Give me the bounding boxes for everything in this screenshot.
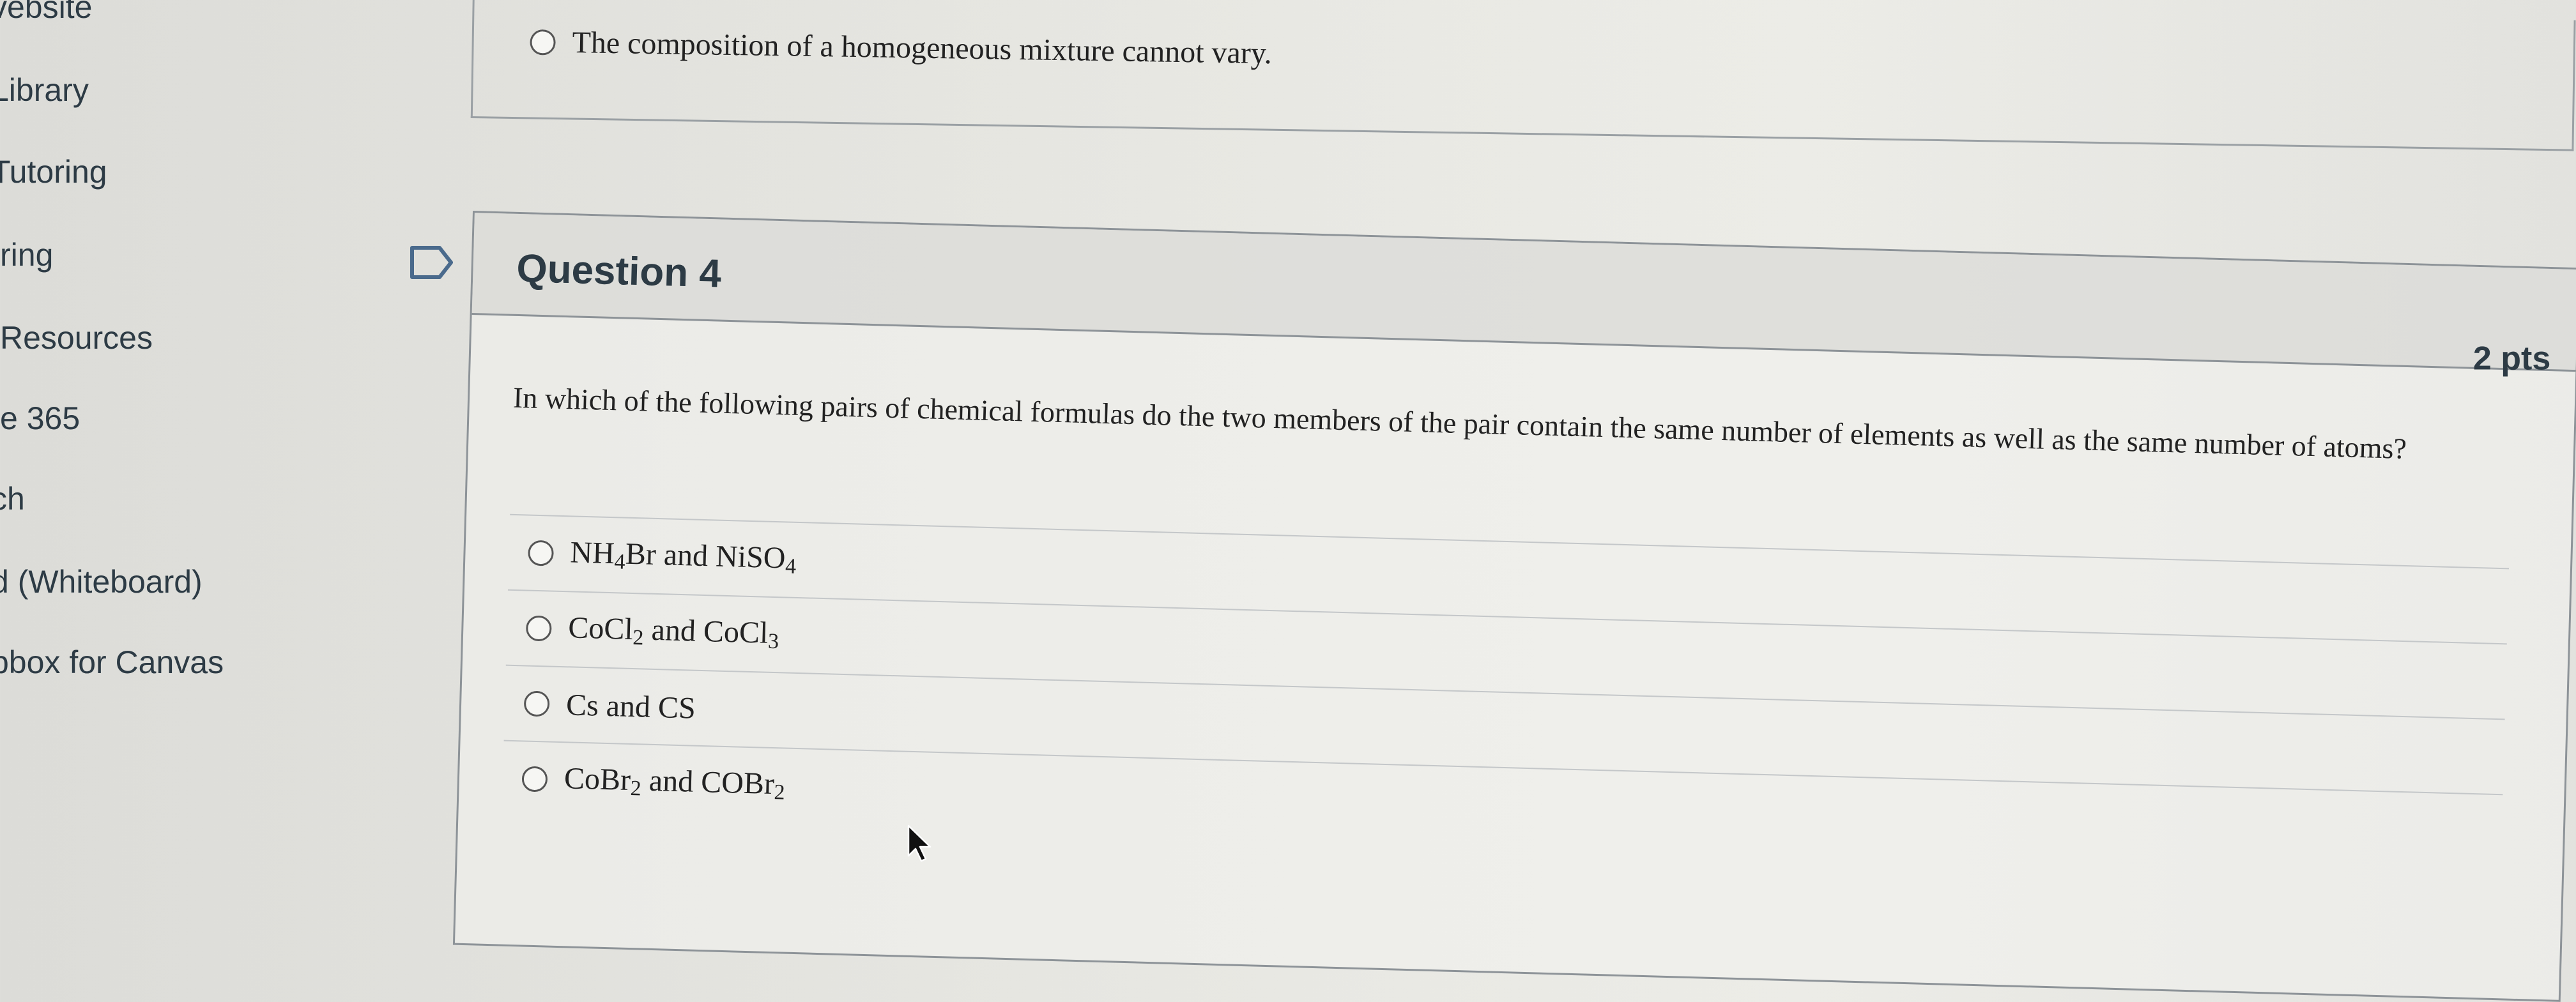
mouse-pointer-icon bbox=[907, 824, 931, 862]
course-sidebar: vebsite Library Tutoring ring Resources … bbox=[0, 0, 383, 959]
radio-button-icon[interactable] bbox=[521, 766, 548, 793]
formula-subscript: 4 bbox=[614, 550, 626, 574]
question-card: Question 4 2 pts In which of the followi… bbox=[452, 211, 2576, 1002]
question-points: 2 pts bbox=[2472, 340, 2550, 377]
quiz-content: The composition of a homogeneous mixture… bbox=[452, 0, 2576, 1002]
answer-label: Cs and CS bbox=[565, 687, 696, 725]
question-header: Question 4 bbox=[471, 213, 2576, 372]
formula-subscript: 4 bbox=[785, 554, 797, 579]
question-text: In which of the following pairs of chemi… bbox=[512, 381, 2407, 466]
sidebar-item-ch[interactable]: ch bbox=[0, 483, 25, 515]
answer-label: NH4Br and NiSO4 bbox=[569, 535, 797, 579]
sidebar-item-resources[interactable]: Resources bbox=[0, 322, 153, 354]
formula-subscript: 2 bbox=[774, 780, 786, 805]
formula-subscript: 2 bbox=[630, 777, 642, 801]
sidebar-item-library[interactable]: Library bbox=[0, 74, 89, 106]
sidebar-item-whiteboard[interactable]: d (Whiteboard) bbox=[0, 566, 203, 598]
sidebar-item-ring[interactable]: ring bbox=[0, 239, 53, 271]
answer-label: CoCl2 and CoCl3 bbox=[567, 611, 779, 654]
radio-button-icon[interactable] bbox=[525, 615, 552, 642]
answer-list: NH4Br and NiSO4 CoCl2 and CoCl3 Cs and C… bbox=[502, 513, 2510, 870]
sidebar-item-tutoring[interactable]: Tutoring bbox=[0, 156, 107, 188]
sidebar-item-dropbox-for-canvas[interactable]: pbox for Canvas bbox=[0, 646, 224, 678]
bookmark-flag-icon[interactable] bbox=[409, 245, 455, 280]
answer-label: CoBr2 and COBr2 bbox=[564, 761, 786, 805]
formula-subscript: 2 bbox=[632, 626, 644, 650]
radio-button-icon[interactable] bbox=[530, 29, 556, 56]
sidebar-item-website[interactable]: vebsite bbox=[0, 0, 92, 23]
formula-subscript: 3 bbox=[767, 629, 779, 654]
sidebar-item-office-365[interactable]: e 365 bbox=[0, 402, 80, 434]
previous-question-answer-box bbox=[470, 0, 2576, 151]
radio-button-icon[interactable] bbox=[528, 540, 555, 566]
radio-button-icon[interactable] bbox=[523, 690, 550, 717]
question-title: Question 4 bbox=[516, 246, 722, 296]
